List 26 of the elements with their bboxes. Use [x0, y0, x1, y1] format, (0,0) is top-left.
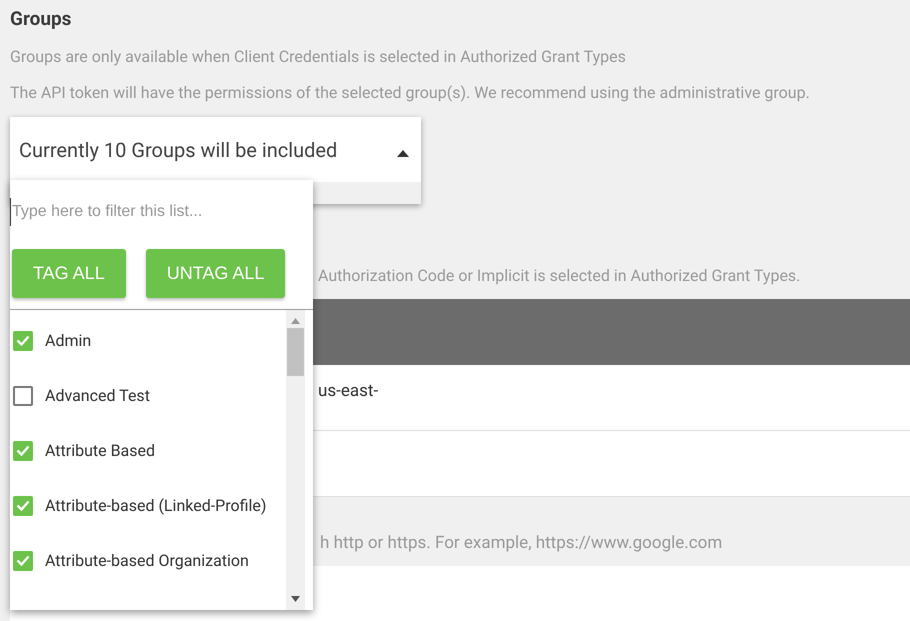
checkbox[interactable]: [13, 440, 33, 460]
scrollbar[interactable]: [286, 310, 305, 610]
scroll-thumb[interactable]: [287, 328, 304, 376]
help-text: The API token will have the permissions of the selected group(s). We recommend using the administrative group.: [10, 82, 810, 104]
checkmark-icon: [16, 335, 30, 346]
table-cell: us-east-: [318, 380, 378, 400]
dropdown-value: Currently 10 Groups will be included: [19, 138, 338, 162]
grant-type-note: Authorization Code or Implicit is selected in Authorized Grant Types.: [318, 265, 800, 287]
group-label[interactable]: Attribute-based (Linked-Profile): [45, 496, 266, 515]
group-label[interactable]: Advanced Test: [45, 386, 150, 405]
scroll-up-icon[interactable]: [291, 318, 300, 324]
section-title: Groups: [10, 6, 72, 32]
checkmark-icon: [16, 555, 30, 566]
checkmark-icon: [16, 445, 30, 456]
checkbox[interactable]: [13, 496, 33, 516]
scroll-down-icon[interactable]: [291, 596, 300, 602]
checkmark-icon: [16, 500, 30, 511]
group-label[interactable]: Admin: [45, 331, 92, 350]
checkbox[interactable]: [13, 330, 33, 350]
group-label[interactable]: Attribute Based: [45, 441, 156, 460]
url-hint: h http or https. For example, https://www.google.com: [320, 532, 722, 552]
checkbox[interactable]: [13, 386, 33, 406]
filter-field[interactable]: Type here to filter this list...: [10, 198, 292, 226]
group-label[interactable]: Attribute-based Organization: [45, 551, 249, 570]
checkbox[interactable]: [13, 550, 33, 570]
help-text: Groups are only available when Client Credentials is selected in Authorized Grant Types: [10, 46, 626, 68]
